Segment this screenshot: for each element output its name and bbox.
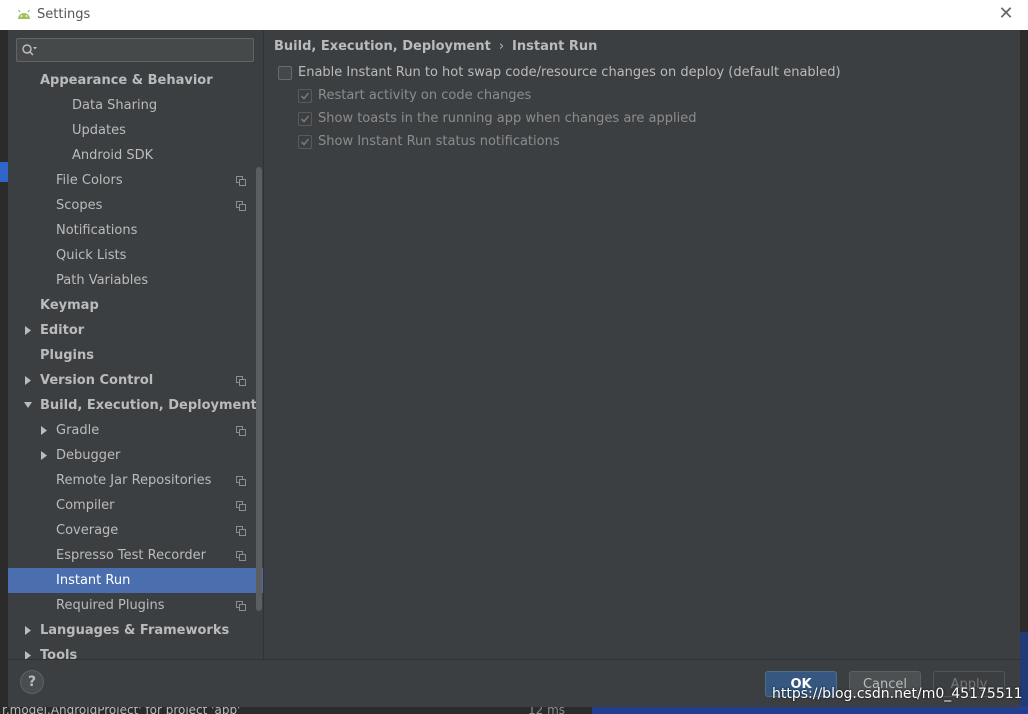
- sidebar-item[interactable]: Build, Execution, Deployment: [8, 393, 263, 418]
- sidebar-item[interactable]: Quick Lists: [8, 243, 263, 268]
- settings-content: Build, Execution, Deployment › Instant Run…: [264, 30, 1020, 659]
- project-level-icon: [236, 426, 246, 436]
- sidebar-item[interactable]: Plugins: [8, 343, 263, 368]
- sidebar-item-label: Plugins: [40, 348, 94, 363]
- option-label: Enable Instant Run to hot swap code/reso…: [298, 65, 841, 80]
- sidebar-item-label: Debugger: [56, 448, 121, 463]
- sidebar-item[interactable]: Appearance & Behavior: [8, 68, 263, 93]
- watermark-text: https://blog.csdn.net/m0_45175511: [772, 686, 1023, 702]
- sidebar-item[interactable]: Espresso Test Recorder: [8, 543, 263, 568]
- sidebar-item[interactable]: Tools: [8, 643, 263, 659]
- sidebar-item[interactable]: Updates: [8, 118, 263, 143]
- sidebar-item-label: Remote Jar Repositories: [56, 473, 212, 488]
- sidebar-item-label: Notifications: [56, 223, 138, 238]
- checkmark-icon: [300, 138, 310, 146]
- sidebar-item-label: Updates: [72, 123, 126, 138]
- chevron-right-icon[interactable]: [22, 318, 34, 343]
- search-input[interactable]: [16, 38, 254, 62]
- checkbox[interactable]: [298, 89, 312, 103]
- sidebar-item[interactable]: Languages & Frameworks: [8, 618, 263, 643]
- sidebar-item[interactable]: Notifications: [8, 218, 263, 243]
- background-status-text: r.model.AndroidProject' for project 'app…: [2, 706, 241, 714]
- chevron-right-icon[interactable]: [22, 368, 34, 393]
- option-label: Show Instant Run status notifications: [318, 134, 560, 149]
- sidebar-item-label: Path Variables: [56, 273, 149, 288]
- sidebar-item-label: Keymap: [40, 298, 99, 313]
- checkmark-icon: [300, 115, 310, 123]
- window-title: Settings: [37, 7, 91, 22]
- project-level-icon: [236, 551, 246, 561]
- sidebar-item-label: Required Plugins: [56, 598, 165, 613]
- project-level-icon: [236, 201, 246, 211]
- sidebar-item[interactable]: Coverage: [8, 518, 263, 543]
- background-ide-left: [0, 30, 8, 714]
- option-label: Restart activity on code changes: [318, 88, 532, 103]
- breadcrumb-separator: ›: [498, 39, 505, 54]
- sidebar-item[interactable]: Instant Run: [8, 568, 263, 593]
- checkbox[interactable]: [278, 66, 292, 80]
- sidebar-scrollbar[interactable]: [256, 167, 262, 611]
- sidebar-item-label: Appearance & Behavior: [40, 73, 213, 88]
- android-studio-icon: [18, 9, 30, 19]
- breadcrumb-parent: Build, Execution, Deployment: [274, 39, 491, 54]
- sidebar-item-label: Scopes: [56, 198, 103, 213]
- sidebar-item-label: Build, Execution, Deployment: [40, 398, 257, 413]
- project-level-icon: [236, 376, 246, 386]
- sidebar-item[interactable]: Required Plugins: [8, 593, 263, 618]
- project-level-icon: [236, 476, 246, 486]
- close-icon[interactable]: ✕: [996, 4, 1016, 24]
- chevron-right-icon[interactable]: [22, 643, 34, 659]
- background-status-bar: r.model.AndroidProject' for project 'app…: [0, 706, 1028, 714]
- sidebar-item[interactable]: Gradle: [8, 418, 263, 443]
- chevron-down-icon[interactable]: [22, 393, 34, 418]
- sidebar-item[interactable]: Data Sharing: [8, 93, 263, 118]
- option-label: Show toasts in the running app when chan…: [318, 111, 697, 126]
- sidebar-item[interactable]: Keymap: [8, 293, 263, 318]
- sidebar-item[interactable]: Path Variables: [8, 268, 263, 293]
- sidebar-item[interactable]: Version Control: [8, 368, 263, 393]
- background-ide-right: [1020, 30, 1028, 714]
- sidebar-item-label: Languages & Frameworks: [40, 623, 230, 638]
- sidebar-item-label: Compiler: [56, 498, 115, 513]
- breadcrumb: Build, Execution, Deployment › Instant Run: [274, 39, 597, 54]
- project-level-icon: [236, 501, 246, 511]
- background-status-time: 12 ms: [528, 706, 566, 714]
- chevron-right-icon[interactable]: [38, 418, 50, 443]
- sidebar-item[interactable]: File Colors: [8, 168, 263, 193]
- settings-tree: Appearance & Behavior Data Sharing Updates…: [8, 68, 263, 659]
- sidebar-item-label: Quick Lists: [56, 248, 127, 263]
- checkmark-icon: [300, 92, 310, 100]
- search-icon: [22, 44, 37, 56]
- sidebar-item-label: Version Control: [40, 373, 154, 388]
- sidebar-item-label: File Colors: [56, 173, 123, 188]
- breadcrumb-current: Instant Run: [512, 39, 598, 54]
- sidebar-item-label: Espresso Test Recorder: [56, 548, 206, 563]
- project-level-icon: [236, 526, 246, 536]
- sidebar-item[interactable]: Remote Jar Repositories: [8, 468, 263, 493]
- sidebar-item-label: Editor: [40, 323, 85, 338]
- project-level-icon: [236, 601, 246, 611]
- title-bar: Settings ✕: [0, 0, 1028, 30]
- chevron-right-icon[interactable]: [38, 443, 50, 468]
- sidebar-item-label: Instant Run: [56, 573, 131, 588]
- sidebar-item[interactable]: Scopes: [8, 193, 263, 218]
- sidebar-item[interactable]: Debugger: [8, 443, 263, 468]
- sidebar-item[interactable]: Android SDK: [8, 143, 263, 168]
- checkbox[interactable]: [298, 112, 312, 126]
- sidebar-item-label: Gradle: [56, 423, 100, 438]
- settings-dialog: Appearance & Behavior Data Sharing Updates…: [8, 30, 1020, 707]
- sidebar-item-label: Android SDK: [72, 148, 154, 163]
- sidebar-item-label: Data Sharing: [72, 98, 158, 113]
- chevron-right-icon[interactable]: [22, 618, 34, 643]
- sidebar-item-label: Tools: [40, 648, 78, 659]
- settings-sidebar: Appearance & Behavior Data Sharing Updates…: [8, 30, 263, 659]
- checkbox[interactable]: [298, 135, 312, 149]
- sidebar-item-label: Coverage: [56, 523, 119, 538]
- project-level-icon: [236, 176, 246, 186]
- sidebar-item[interactable]: Editor: [8, 318, 263, 343]
- help-button[interactable]: ?: [20, 670, 44, 694]
- sidebar-item[interactable]: Compiler: [8, 493, 263, 518]
